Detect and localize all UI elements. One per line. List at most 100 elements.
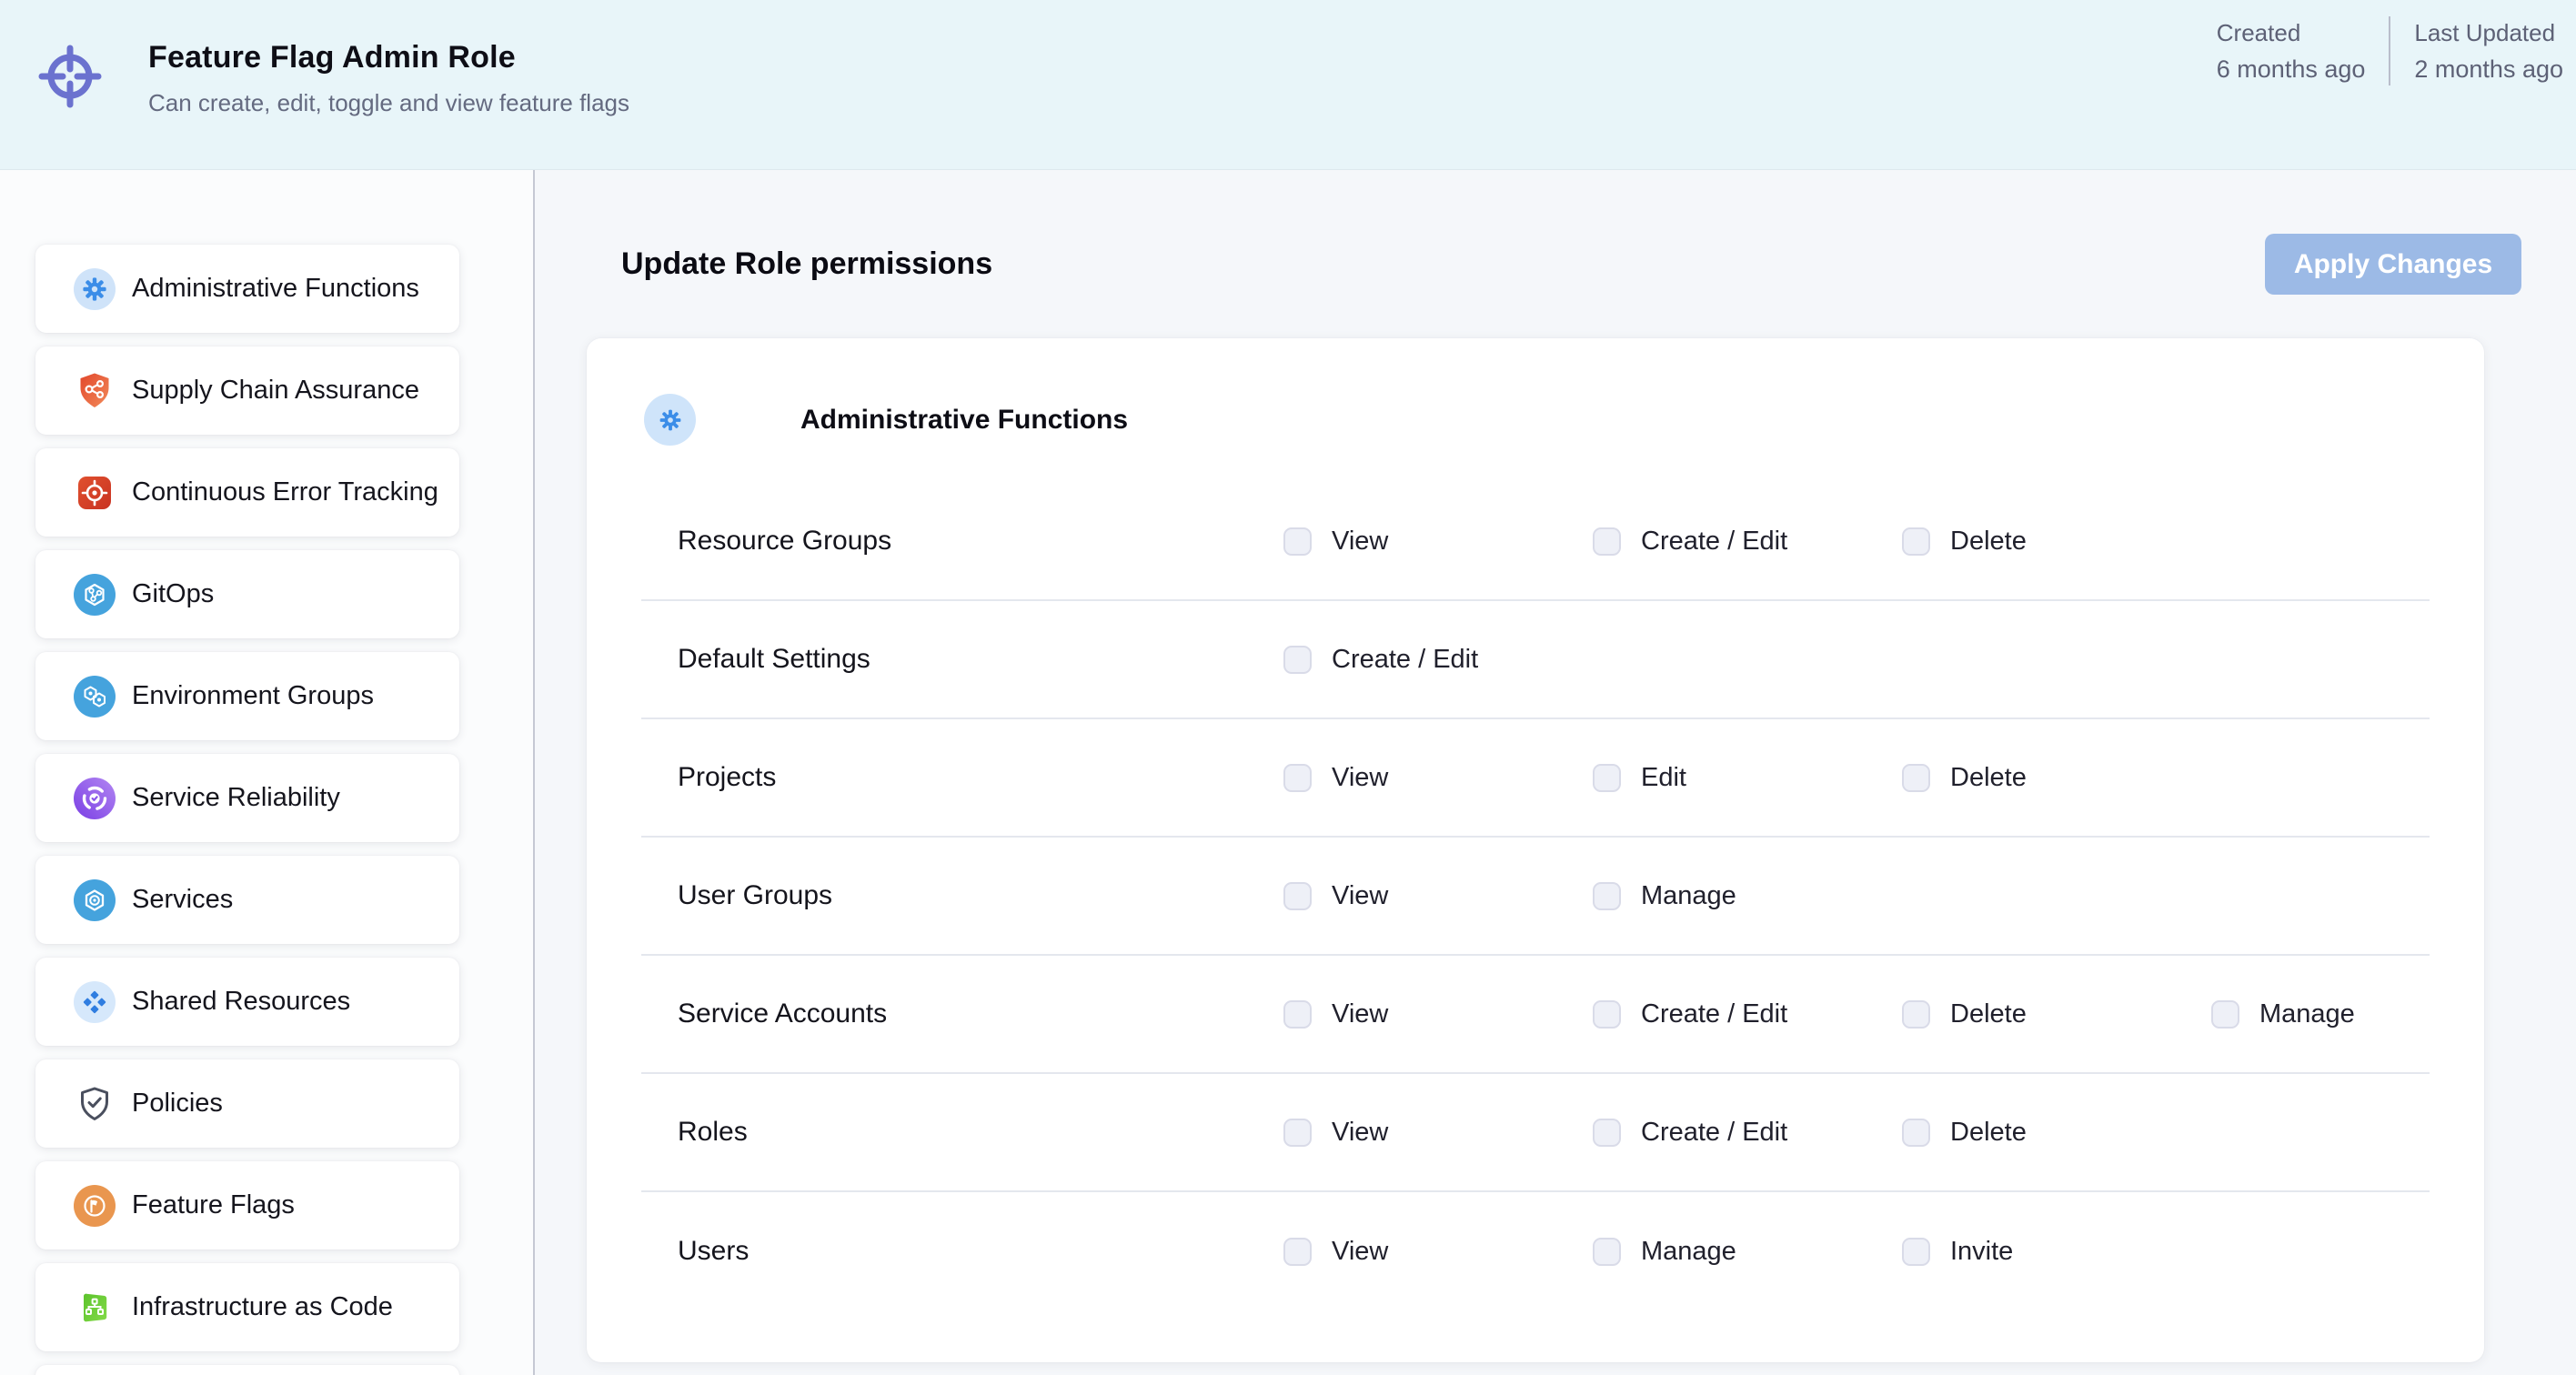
permission-checkbox[interactable] (1902, 1119, 1930, 1147)
permission-row: Projects ViewEditDelete (641, 719, 2430, 838)
permission-checkbox[interactable] (1902, 1000, 1930, 1029)
sidebar-item-environment-groups[interactable]: Environment Groups (35, 652, 459, 740)
page-section-title: Update Role permissions (621, 246, 992, 282)
sidebar-item-shared-resources[interactable]: Shared Resources (35, 958, 459, 1046)
permission-label: Delete (1950, 1118, 2027, 1148)
diamonds-icon (74, 981, 116, 1023)
sidebar-item-feature-flags[interactable]: Feature Flags (35, 1161, 459, 1250)
permission-label: Delete (1950, 763, 2027, 793)
sidebar-item-services[interactable]: Services (35, 856, 459, 944)
permission-slots: View Manage Invite (1283, 1237, 2211, 1267)
permission-option: Manage (2211, 999, 2484, 1029)
permission-checkbox[interactable] (1283, 646, 1312, 674)
created-meta: Created 6 months ago (2217, 15, 2366, 87)
sidebar-item-policies[interactable]: Policies (35, 1059, 459, 1148)
permission-label: Edit (1641, 763, 1686, 793)
permission-option: Delete (1902, 763, 2211, 793)
permission-rows: Resource Groups ViewCreate / EditDelete … (641, 483, 2430, 1310)
sidebar-item-infrastructure-as-code[interactable]: Infrastructure as Code (35, 1263, 459, 1351)
permission-checkbox[interactable] (1593, 1119, 1621, 1147)
page-title: Feature Flag Admin Role (148, 40, 629, 75)
permission-checkbox[interactable] (1593, 764, 1621, 792)
permission-label: Delete (1950, 999, 2027, 1029)
resource-name: Resource Groups (641, 526, 1283, 557)
permission-label: Manage (2259, 999, 2355, 1029)
permission-option: Manage (1593, 1237, 1902, 1267)
sidebar-item-label: Feature Flags (132, 1190, 295, 1220)
permission-option: Delete (1902, 527, 2211, 557)
permission-checkbox[interactable] (1283, 527, 1312, 556)
permission-option: View (1283, 999, 1593, 1029)
permission-row: Default Settings Create / Edit (641, 601, 2430, 719)
permission-option: Delete (1902, 1118, 2211, 1148)
last-updated-meta: Last Updated 2 months ago (2414, 15, 2563, 87)
permission-label: Create / Edit (1332, 645, 1478, 675)
service-hexagon-icon (74, 879, 116, 921)
permission-row: Roles ViewCreate / EditDelete (641, 1074, 2430, 1192)
section-header: Administrative Functions (644, 394, 2430, 446)
shield-check-icon (74, 1083, 116, 1125)
permission-label: View (1332, 1237, 1388, 1267)
target-square-icon (74, 472, 116, 514)
permission-option: Create / Edit (1593, 1118, 1902, 1148)
sidebar-item-partial[interactable] (35, 1365, 459, 1375)
permission-option: View (1283, 881, 1593, 911)
permission-checkbox[interactable] (1902, 1238, 1930, 1266)
permission-option: Create / Edit (1593, 527, 1902, 557)
sidebar-item-supply-chain-assurance[interactable]: Supply Chain Assurance (35, 346, 459, 435)
permission-label: Create / Edit (1641, 1118, 1787, 1148)
resource-name: Default Settings (641, 644, 1283, 675)
meta-divider (2389, 16, 2390, 85)
permission-option: View (1283, 1118, 1593, 1148)
created-label: Created (2217, 15, 2366, 51)
permission-checkbox[interactable] (1902, 527, 1930, 556)
permission-option: Create / Edit (1283, 645, 1593, 675)
sidebar-item-label: Environment Groups (132, 681, 374, 711)
permission-checkbox[interactable] (2211, 1000, 2239, 1029)
sidebar-item-continuous-error-tracking[interactable]: Continuous Error Tracking (35, 448, 459, 537)
permission-label: Manage (1641, 1237, 1736, 1267)
permission-checkbox[interactable] (1593, 882, 1621, 910)
permission-label: View (1332, 763, 1388, 793)
sidebar-item-service-reliability[interactable]: Service Reliability (35, 754, 459, 842)
section-title: Administrative Functions (800, 405, 1128, 436)
permission-option: View (1283, 763, 1593, 793)
gear-icon (655, 405, 686, 436)
permission-label: Create / Edit (1641, 999, 1787, 1029)
permission-label: View (1332, 881, 1388, 911)
page-subtitle: Can create, edit, toggle and view featur… (148, 89, 629, 117)
sidebar-item-label: Continuous Error Tracking (132, 477, 438, 507)
permission-slots: ViewCreate / EditDelete (1283, 527, 2211, 557)
sidebar-item-label: Policies (132, 1089, 223, 1119)
permission-option: Invite (1902, 1237, 2211, 1267)
permission-slots: View Create / Edit Delete (1283, 1118, 2211, 1148)
permission-slots: View Edit Delete (1283, 763, 2211, 793)
permission-checkbox[interactable] (1283, 1000, 1312, 1029)
permission-slots: ViewManage (1283, 881, 1902, 911)
gear-icon (74, 268, 116, 310)
sidebar-item-gitops[interactable]: GitOps (35, 550, 459, 638)
permission-checkbox[interactable] (1593, 1000, 1621, 1029)
sidebar-item-label: Infrastructure as Code (132, 1292, 393, 1322)
permission-checkbox[interactable] (1593, 1238, 1621, 1266)
permission-checkbox[interactable] (1283, 1238, 1312, 1266)
permission-checkbox[interactable] (1593, 527, 1621, 556)
apply-changes-button[interactable]: Apply Changes (2265, 234, 2521, 295)
permission-label: View (1332, 999, 1388, 1029)
permission-option: View (1283, 527, 1593, 557)
flag-circle-icon (74, 1185, 116, 1227)
reliability-check-icon (74, 778, 116, 819)
permission-label: View (1332, 1118, 1388, 1148)
permission-checkbox[interactable] (1283, 882, 1312, 910)
sidebar-item-label: Supply Chain Assurance (132, 376, 419, 406)
last-updated-label: Last Updated (2414, 15, 2563, 51)
permission-checkbox[interactable] (1902, 764, 1930, 792)
sidebar-item-label: GitOps (132, 579, 214, 609)
permission-checkbox[interactable] (1283, 764, 1312, 792)
permission-row: Service Accounts ViewCreate / EditDelete… (641, 956, 2430, 1074)
permission-option: Edit (1593, 763, 1902, 793)
permission-slots: Create / Edit (1283, 645, 1593, 675)
sidebar-item-administrative-functions[interactable]: Administrative Functions (35, 245, 459, 333)
permission-checkbox[interactable] (1283, 1119, 1312, 1147)
hexagon-cluster-icon (74, 676, 116, 718)
